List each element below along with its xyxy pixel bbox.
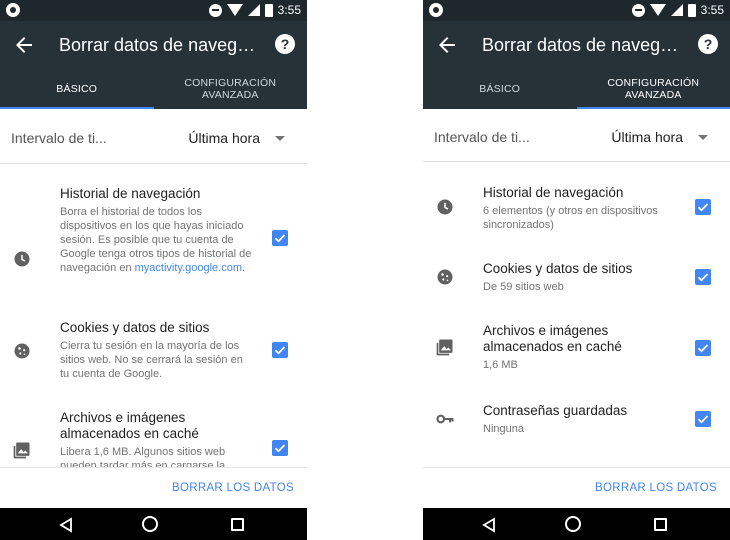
- nav-home-icon[interactable]: [565, 516, 581, 532]
- clear-data-button[interactable]: BORRAR LOS DATOS: [172, 482, 294, 494]
- cookie-icon: [437, 269, 453, 285]
- list-item-history[interactable]: Historial de navegación Borra el histori…: [0, 186, 307, 321]
- list-item-history[interactable]: Historial de navegación 6 elementos (y o…: [423, 185, 730, 235]
- tab-advanced[interactable]: CONFIGURACIÓN AVANZADA: [576, 69, 730, 109]
- myactivity-link[interactable]: myactivity.google.com: [135, 262, 242, 274]
- help-icon[interactable]: ?: [275, 34, 295, 54]
- do-not-disturb-icon: [209, 3, 222, 17]
- image-icon: [13, 442, 30, 459]
- time-range-selector[interactable]: Intervalo de ti... Última hora: [423, 109, 730, 162]
- time-range-label: Intervalo de ti...: [11, 130, 107, 146]
- status-bar: 3:55: [423, 0, 730, 21]
- history-checkbox[interactable]: [272, 230, 288, 246]
- passwords-checkbox[interactable]: [695, 411, 711, 427]
- status-time: 3:55: [700, 3, 724, 17]
- status-time: 3:55: [277, 3, 301, 17]
- dropdown-arrow-icon: [275, 136, 285, 141]
- page-title: Borrar datos de navegación: [482, 35, 682, 55]
- action-bar: BORRAR LOS DATOS: [0, 467, 307, 508]
- nav-home-icon[interactable]: [142, 516, 158, 532]
- nav-recents-icon[interactable]: [654, 518, 667, 531]
- notification-icon: [6, 3, 20, 17]
- battery-icon: [688, 3, 696, 17]
- status-bar: 3:55: [0, 0, 307, 21]
- system-nav-bar: [0, 508, 307, 540]
- key-icon: [436, 414, 454, 424]
- tab-bar: BÁSICO CONFIGURACIÓN AVANZADA: [0, 69, 307, 109]
- help-icon[interactable]: ?: [698, 34, 718, 54]
- clock-icon: [14, 251, 30, 267]
- page-title: Borrar datos de navegación: [59, 35, 259, 55]
- check-icon: [697, 344, 709, 353]
- check-icon: [274, 234, 286, 243]
- back-arrow-icon[interactable]: [12, 33, 36, 57]
- toolbar: Borrar datos de navegación ?: [423, 21, 730, 69]
- nav-back-icon[interactable]: [481, 517, 497, 533]
- time-range-label: Intervalo de ti...: [434, 129, 530, 145]
- toolbar: Borrar datos de navegación ?: [0, 21, 307, 69]
- check-icon: [274, 346, 286, 355]
- check-icon: [697, 273, 709, 282]
- tab-basic[interactable]: BÁSICO: [423, 69, 577, 109]
- phone-screen-basic: 3:55 Borrar datos de navegación ? BÁSICO…: [0, 0, 307, 540]
- dropdown-arrow-icon: [698, 135, 708, 140]
- cookies-checkbox[interactable]: [272, 342, 288, 358]
- tab-basic[interactable]: BÁSICO: [0, 69, 154, 109]
- wifi-icon: [227, 4, 243, 16]
- cache-checkbox[interactable]: [272, 440, 288, 456]
- signal-icon: [671, 4, 683, 16]
- check-icon: [697, 415, 709, 424]
- list-item-cache[interactable]: Archivos e imágenes almacenados en caché…: [423, 323, 730, 373]
- list-item-cookies[interactable]: Cookies y datos de sitios De 59 sitios w…: [423, 261, 730, 301]
- nav-back-icon[interactable]: [58, 517, 74, 533]
- check-icon: [697, 203, 709, 212]
- clock-icon: [437, 199, 453, 215]
- back-arrow-icon[interactable]: [435, 33, 459, 57]
- wifi-icon: [650, 4, 666, 16]
- phone-screen-advanced: 3:55 Borrar datos de navegación ? BÁSICO…: [423, 0, 730, 540]
- do-not-disturb-icon: [632, 3, 645, 17]
- image-icon: [436, 339, 453, 356]
- system-nav-bar: [423, 508, 730, 540]
- list-item-passwords[interactable]: Contraseñas guardadas Ninguna: [423, 403, 730, 443]
- tab-bar: BÁSICO CONFIGURACIÓN AVANZADA: [423, 69, 730, 109]
- tab-advanced[interactable]: CONFIGURACIÓN AVANZADA: [154, 69, 308, 109]
- time-range-selector[interactable]: Intervalo de ti... Última hora: [0, 109, 307, 164]
- cookie-icon: [14, 343, 30, 359]
- action-bar: BORRAR LOS DATOS: [423, 467, 730, 508]
- list-item-cookies[interactable]: Cookies y datos de sitios Cierra tu sesi…: [0, 320, 307, 395]
- history-checkbox[interactable]: [695, 199, 711, 215]
- notification-icon: [429, 3, 443, 17]
- list-item-cache[interactable]: Archivos e imágenes almacenados en caché…: [0, 410, 307, 467]
- time-range-value: Última hora: [188, 130, 260, 146]
- time-range-value: Última hora: [611, 129, 683, 145]
- check-icon: [274, 444, 286, 453]
- battery-icon: [265, 3, 273, 17]
- clear-data-button[interactable]: BORRAR LOS DATOS: [595, 482, 717, 494]
- signal-icon: [248, 4, 260, 16]
- nav-recents-icon[interactable]: [231, 518, 244, 531]
- cache-checkbox[interactable]: [695, 340, 711, 356]
- cookies-checkbox[interactable]: [695, 269, 711, 285]
